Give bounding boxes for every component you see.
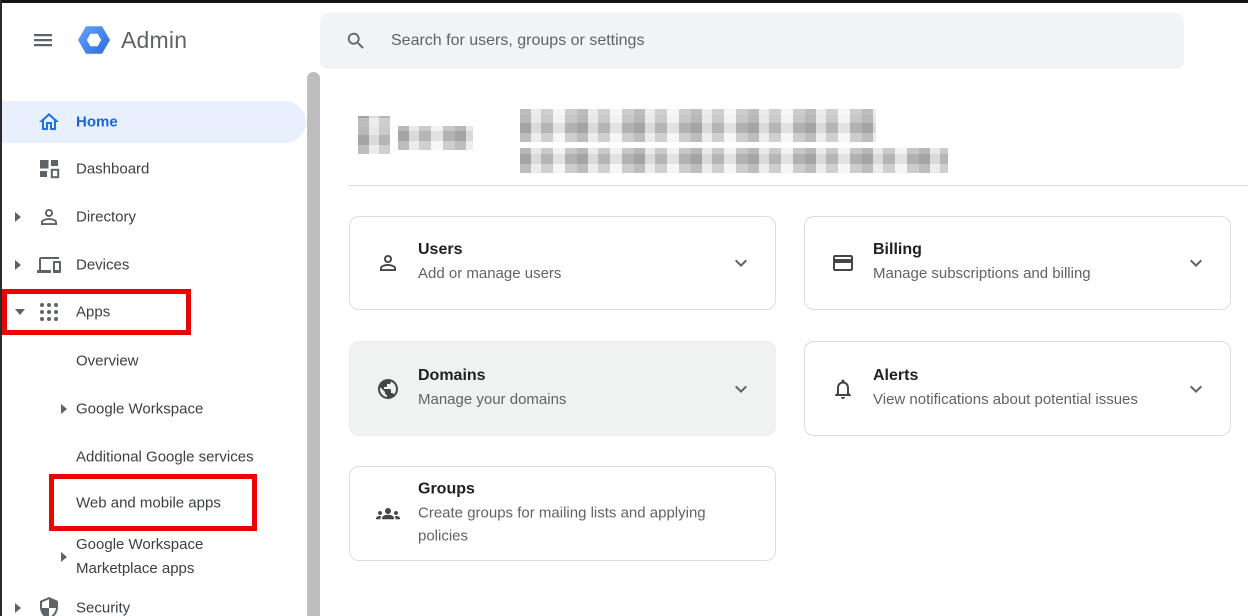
sidebar-item-google-workspace[interactable]: Google Workspace <box>0 385 306 433</box>
sidebar-item-label: Security <box>76 600 130 616</box>
shield-icon <box>37 596 61 616</box>
expand-right-icon[interactable] <box>61 552 67 562</box>
sidebar-item-marketplace-apps[interactable]: Google Workspace Marketplace apps <box>0 521 306 593</box>
redacted-avatar <box>358 116 390 154</box>
globe-icon <box>376 377 400 401</box>
person-icon <box>37 205 61 229</box>
sidebar-nav: Home Dashboard Directory <box>0 72 320 616</box>
search-icon <box>345 30 367 52</box>
card-billing[interactable]: Billing Manage subscriptions and billing <box>804 216 1231 310</box>
window-left-edge <box>0 0 2 616</box>
sidebar-scrollbar[interactable] <box>307 72 320 616</box>
redacted-heading-line-1 <box>520 109 876 142</box>
menu-icon[interactable] <box>30 28 56 52</box>
card-domains[interactable]: Domains Manage your domains <box>349 341 776 436</box>
sidebar-item-apps[interactable]: Apps <box>0 288 306 336</box>
sidebar-item-home[interactable]: Home <box>0 101 306 143</box>
section-divider <box>348 185 1248 186</box>
chevron-down-icon[interactable] <box>729 251 753 275</box>
credit-card-icon <box>831 251 855 275</box>
card-description: Add or manage users <box>418 262 561 285</box>
sidebar-item-label: Devices <box>76 257 129 274</box>
card-title: Billing <box>873 241 1091 259</box>
apps-grid-icon <box>37 300 61 324</box>
card-description: Create groups for mailing lists and appl… <box>418 501 754 547</box>
product-name: Admin <box>121 27 187 54</box>
card-description: View notifications about potential issue… <box>873 388 1138 411</box>
expand-right-icon[interactable] <box>61 404 67 414</box>
sidebar-item-security[interactable]: Security <box>0 584 306 616</box>
groups-icon <box>376 502 400 526</box>
card-groups[interactable]: Groups Create groups for mailing lists a… <box>349 466 776 561</box>
sidebar-item-label: Home <box>76 114 118 131</box>
card-alerts[interactable]: Alerts View notifications about potentia… <box>804 341 1231 436</box>
home-icon <box>37 110 61 134</box>
card-description: Manage your domains <box>418 388 566 411</box>
sidebar-item-dashboard[interactable]: Dashboard <box>0 145 306 193</box>
sidebar-item-label: Overview <box>76 353 139 370</box>
card-users[interactable]: Users Add or manage users <box>349 216 776 310</box>
expand-right-icon[interactable] <box>15 603 21 613</box>
redacted-account-name <box>398 126 473 150</box>
google-admin-logo[interactable]: Admin <box>76 22 187 58</box>
admin-console-window: Admin Home Dashboard <box>0 0 1248 616</box>
search-bar[interactable] <box>320 13 1184 69</box>
sidebar-item-directory[interactable]: Directory <box>0 193 306 241</box>
sidebar-item-label: Additional Google services <box>76 449 254 466</box>
devices-icon <box>37 253 61 277</box>
chevron-down-icon[interactable] <box>1184 377 1208 401</box>
chevron-down-icon[interactable] <box>729 377 753 401</box>
card-title: Domains <box>418 367 566 385</box>
sidebar-item-additional-google-services[interactable]: Additional Google services <box>0 433 306 481</box>
admin-hexagon-icon <box>76 22 112 58</box>
card-description: Manage subscriptions and billing <box>873 262 1091 285</box>
window-top-edge <box>0 0 1248 3</box>
card-title: Alerts <box>873 367 1138 385</box>
card-title: Groups <box>418 480 754 498</box>
person-icon <box>376 251 400 275</box>
sidebar-item-label: Directory <box>76 209 136 226</box>
bell-icon <box>831 377 855 401</box>
sidebar-item-label: Apps <box>76 304 110 321</box>
sidebar-item-label: Dashboard <box>76 161 149 178</box>
expand-right-icon[interactable] <box>15 212 21 222</box>
expand-down-icon[interactable] <box>15 309 25 315</box>
sidebar-item-label: Web and mobile apps <box>76 495 221 512</box>
sidebar-item-devices[interactable]: Devices <box>0 241 306 289</box>
redacted-heading-line-2 <box>520 148 948 173</box>
expand-right-icon[interactable] <box>15 260 21 270</box>
card-title: Users <box>418 241 561 259</box>
dashboard-icon <box>37 157 61 181</box>
search-input[interactable] <box>389 31 1184 51</box>
chevron-down-icon[interactable] <box>1184 251 1208 275</box>
sidebar-item-web-and-mobile-apps[interactable]: Web and mobile apps <box>0 479 306 527</box>
sidebar-item-overview[interactable]: Overview <box>0 337 306 385</box>
sidebar-item-label: Google Workspace <box>76 401 203 418</box>
sidebar-item-label: Google Workspace Marketplace apps <box>76 533 244 581</box>
